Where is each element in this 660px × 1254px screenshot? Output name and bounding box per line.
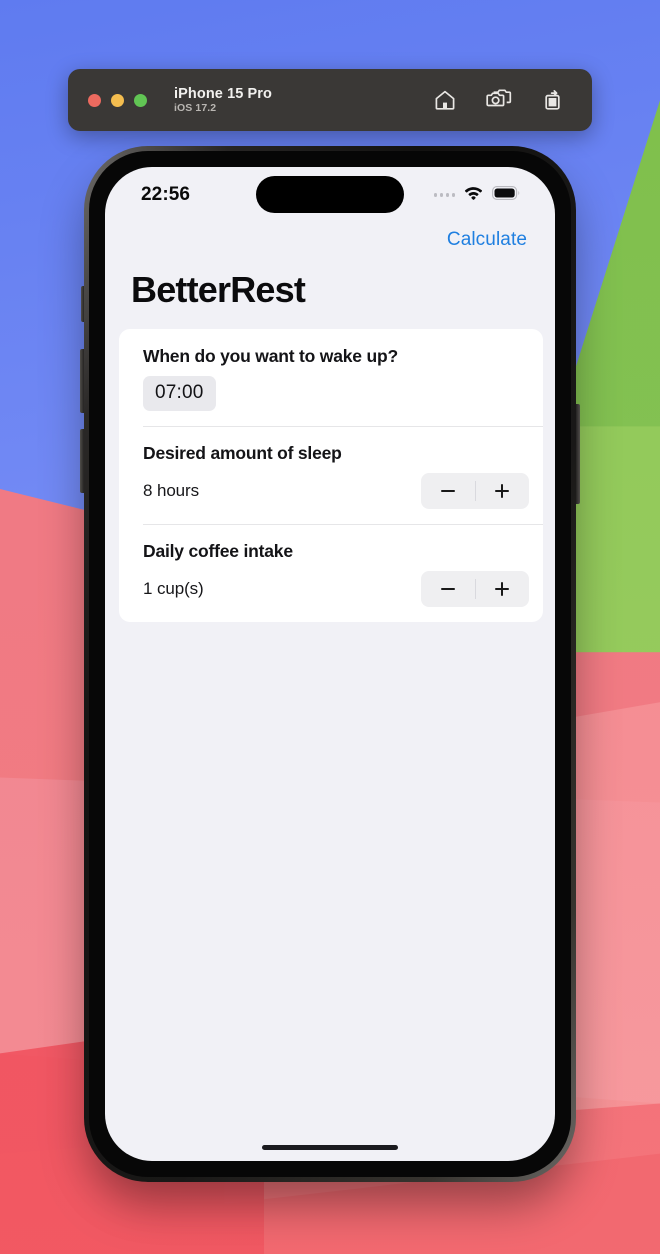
ios-status-bar: 22:56 <box>105 167 555 219</box>
rotate-button[interactable] <box>540 87 566 113</box>
simulator-actions <box>432 87 572 113</box>
form-section-wake-up: When do you want to wake up? 07:00 <box>119 329 543 426</box>
plus-icon <box>495 582 510 596</box>
close-button[interactable] <box>88 93 101 107</box>
home-indicator[interactable] <box>262 1145 398 1150</box>
coffee-intake-increment-button[interactable] <box>476 571 530 607</box>
form-section-sleep-amount: Desired amount of sleep 8 hours <box>119 426 543 524</box>
wake-up-label: When do you want to wake up? <box>143 346 398 366</box>
sleep-amount-row: 8 hours <box>119 473 543 509</box>
status-indicators <box>433 185 522 205</box>
coffee-intake-stepper[interactable] <box>421 571 529 607</box>
coffee-intake-decrement-button[interactable] <box>421 571 475 607</box>
navigation-bar: Calculate <box>105 219 555 255</box>
sleep-amount-decrement-button[interactable] <box>421 473 475 509</box>
form-card: When do you want to wake up? 07:00 Desir… <box>119 329 543 622</box>
minimize-button[interactable] <box>111 93 124 107</box>
home-icon <box>433 88 457 112</box>
sleep-amount-increment-button[interactable] <box>476 473 530 509</box>
form-section-coffee-intake: Daily coffee intake 1 cup(s) <box>119 524 543 622</box>
home-button[interactable] <box>432 87 458 113</box>
device-bezel: 22:56 Calculate BetterRest When do you w… <box>89 151 571 1177</box>
os-version: iOS 17.2 <box>174 101 217 114</box>
sleep-amount-label: Desired amount of sleep <box>143 443 342 463</box>
iphone-device: 22:56 Calculate BetterRest When do you w… <box>80 146 580 1182</box>
desktop-wallpaper: iPhone 15 Pro iOS 17.2 22:56 Calculate B… <box>0 0 660 1254</box>
signal-dots-icon <box>433 193 455 197</box>
simulator-toolbar: iPhone 15 Pro iOS 17.2 <box>68 69 592 131</box>
simulator-titles: iPhone 15 Pro iOS 17.2 <box>174 86 272 115</box>
coffee-intake-value: 1 cup(s) <box>143 579 204 598</box>
window-controls <box>88 93 147 107</box>
sleep-amount-stepper[interactable] <box>421 473 529 509</box>
wifi-icon <box>464 186 483 205</box>
screenshot-button[interactable] <box>486 87 512 113</box>
dynamic-island <box>256 176 404 213</box>
minus-icon <box>440 490 455 492</box>
zoom-button[interactable] <box>134 93 147 107</box>
device-screen: 22:56 Calculate BetterRest When do you w… <box>105 167 555 1161</box>
calculate-button[interactable]: Calculate <box>445 225 529 255</box>
device-name: iPhone 15 Pro <box>174 85 272 102</box>
minus-icon <box>440 588 455 590</box>
rotate-icon <box>541 88 565 112</box>
coffee-intake-label: Daily coffee intake <box>143 541 293 561</box>
wake-up-time-picker[interactable]: 07:00 <box>143 376 216 411</box>
coffee-intake-row: 1 cup(s) <box>119 571 543 607</box>
status-time: 22:56 <box>141 184 191 205</box>
plus-icon <box>495 484 510 498</box>
page-title: BetterRest <box>131 269 306 310</box>
screenshot-icon <box>486 88 512 112</box>
battery-full-icon <box>492 185 521 205</box>
device-frame: 22:56 Calculate BetterRest When do you w… <box>84 146 576 1182</box>
sleep-amount-value: 8 hours <box>143 481 200 500</box>
